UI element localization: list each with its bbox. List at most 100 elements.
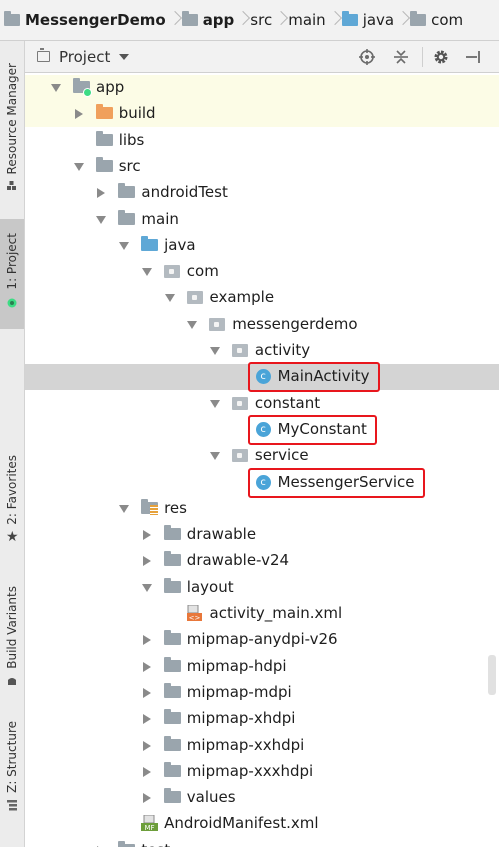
hide-panel-icon[interactable] (465, 49, 481, 65)
chevron-down-icon[interactable] (209, 399, 220, 408)
folder-icon (163, 682, 181, 698)
chevron-down-icon[interactable] (209, 452, 220, 461)
tree-node-service[interactable]: service (25, 443, 499, 469)
tree-node-drawable[interactable]: drawable (25, 522, 499, 548)
breadcrumb-item-app[interactable]: app (178, 0, 235, 40)
tree-node-mipmap-hdpi[interactable]: mipmap-hdpi (25, 654, 499, 680)
tree-node-src[interactable]: src (25, 154, 499, 180)
collapse-all-icon[interactable] (393, 49, 409, 65)
chevron-right-icon[interactable] (142, 635, 151, 646)
tree-node-mipmap-xxhdpi[interactable]: mipmap-xxhdpi (25, 733, 499, 759)
project-view-dropdown[interactable]: Project (59, 48, 110, 66)
tree-node-res[interactable]: res (25, 496, 499, 522)
tree-node-label: messengerdemo (232, 314, 358, 333)
tree-node-mipmap-xxxhdpi[interactable]: mipmap-xxxhdpi (25, 759, 499, 785)
tree-node-constant[interactable]: constant (25, 391, 499, 417)
chevron-right-icon[interactable] (142, 714, 151, 725)
breadcrumb-separator (170, 0, 178, 40)
chevron-right-icon[interactable] (74, 109, 83, 120)
tab-project-label: 1: Project (5, 233, 19, 290)
chevron-down-icon[interactable] (73, 162, 84, 171)
locate-icon[interactable] (359, 49, 375, 65)
tree-node-drawable-v24[interactable]: drawable-v24 (25, 548, 499, 574)
chevron-right-icon[interactable] (97, 188, 106, 199)
tree-node-label: activity (254, 341, 311, 359)
tree-node-label: activity_main.xml (209, 604, 343, 622)
tab-project[interactable]: 1: Project (0, 219, 24, 329)
tree-node-com[interactable]: com (25, 259, 499, 285)
tab-favorites[interactable]: 2: Favorites ★ (0, 455, 24, 555)
package-icon (209, 317, 226, 331)
tree-node-app[interactable]: app (25, 75, 499, 101)
tree-node-label: mipmap-anydpi-v26 (186, 630, 338, 649)
tree-node-build[interactable]: build (25, 101, 499, 128)
chevron-down-icon[interactable] (96, 215, 107, 224)
breadcrumb-label: app (202, 11, 235, 29)
tree-node-mipmap-xhdpi[interactable]: mipmap-xhdpi (25, 706, 499, 732)
scrollbar-thumb[interactable] (488, 655, 496, 695)
tree-node-main[interactable]: main (25, 207, 499, 233)
tree-node-mipmap-anydpi-v26[interactable]: mipmap-anydpi-v26 (25, 627, 499, 653)
chevron-down-icon[interactable] (119, 241, 130, 250)
breadcrumb-item-java[interactable]: java (338, 0, 394, 40)
chevron-down-icon[interactable] (51, 84, 61, 92)
java-folder-icon (341, 11, 358, 26)
chevron-right-icon[interactable] (142, 740, 151, 751)
tree-node-activity[interactable]: activity (25, 338, 499, 364)
tree-node-androidtest[interactable]: androidTest (25, 180, 499, 206)
chevron-right-icon[interactable] (142, 793, 151, 804)
folder-icon (163, 709, 181, 725)
chevron-right-icon[interactable] (142, 766, 151, 777)
breadcrumb-item-com[interactable]: com (406, 0, 463, 40)
chevron-right-icon[interactable] (142, 556, 151, 567)
tree-node-androidmanifest-xml[interactable]: MF AndroidManifest.xml (25, 811, 499, 837)
package-icon (231, 344, 248, 357)
folder-icon (118, 209, 136, 225)
chevron-right-icon[interactable] (142, 661, 151, 672)
chevron-down-icon[interactable] (164, 294, 175, 303)
chevron-down-icon[interactable] (119, 504, 130, 513)
svg-text:MF: MF (145, 824, 155, 831)
resources-badge (150, 504, 159, 515)
chevron-right-icon[interactable] (142, 530, 151, 541)
breadcrumb-separator (330, 0, 338, 40)
tree-node-messengerdemo[interactable]: messengerdemo (25, 312, 499, 338)
folder-icon (163, 577, 181, 593)
chevron-right-icon[interactable] (142, 687, 151, 698)
tree-node-mipmap-mdpi[interactable]: mipmap-mdpi (25, 680, 499, 706)
tree-node-java[interactable]: java (25, 233, 499, 259)
structure-icon (7, 799, 17, 811)
tab-build-variants-label: Build Variants (5, 586, 19, 669)
tree-node-test[interactable]: test (25, 838, 499, 847)
source-folder-icon (141, 235, 159, 251)
tab-resource-manager[interactable]: Resource Manager (0, 63, 24, 213)
project-window-icon (37, 48, 50, 62)
breadcrumb-item-main[interactable]: main (284, 0, 325, 40)
highlight-box (247, 414, 377, 445)
tree-node-label: mipmap-hdpi (186, 656, 287, 675)
package-icon (231, 396, 248, 410)
tab-build-variants[interactable]: Build Variants (0, 586, 24, 696)
breadcrumb-item-src[interactable]: src (246, 0, 272, 40)
breadcrumb-label: main (288, 11, 326, 29)
gear-icon[interactable] (433, 49, 449, 65)
xml-file-icon: <> (186, 604, 202, 622)
chevron-down-icon[interactable] (119, 53, 130, 60)
chevron-down-icon[interactable] (141, 583, 152, 592)
chevron-down-icon[interactable] (187, 320, 198, 329)
tree-node-libs[interactable]: libs (25, 128, 499, 154)
chevron-down-icon[interactable] (209, 347, 220, 355)
breadcrumb-item-messengerdemo[interactable]: MessengerDemo (0, 0, 166, 40)
tree-node-values[interactable]: values (25, 785, 499, 811)
tree-node-example[interactable]: example (25, 285, 499, 311)
tab-structure[interactable]: Z: Structure (0, 721, 24, 827)
tree-node-label: main (141, 209, 179, 228)
project-tree[interactable]: app build libs src androidTest main java com exa… (25, 73, 499, 847)
tree-node-activity-main-xml[interactable]: <> activity_main.xml (25, 601, 499, 627)
package-icon (163, 265, 180, 279)
package-icon (186, 291, 203, 305)
chevron-down-icon[interactable] (141, 268, 152, 277)
android-module-badge (83, 88, 92, 97)
tree-node-label: mipmap-xhdpi (186, 709, 296, 728)
tree-node-layout[interactable]: layout (25, 575, 499, 601)
